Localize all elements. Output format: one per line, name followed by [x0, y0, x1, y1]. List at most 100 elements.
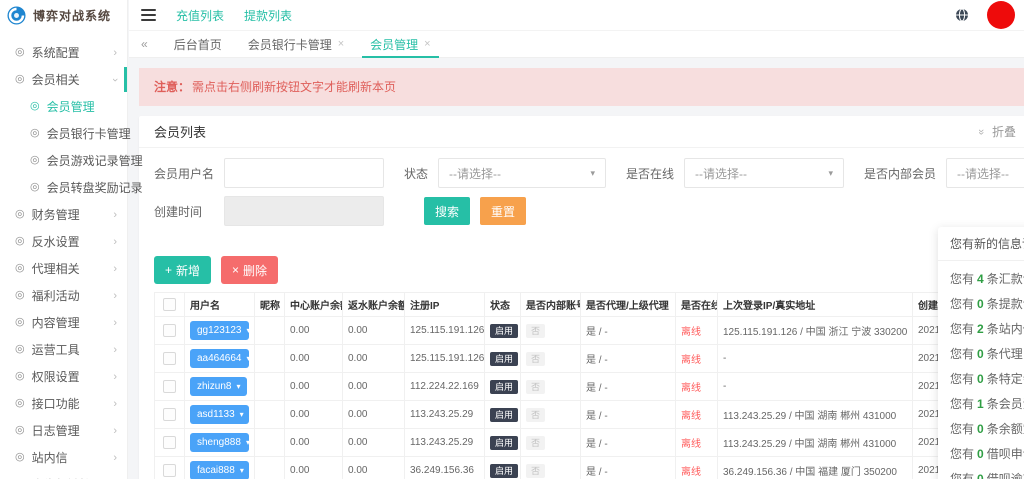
internal-select[interactable]: --请选择-- [946, 158, 1024, 188]
circle-dot-icon: ◎ [30, 128, 40, 139]
member-table-wrap: 用户名昵称中心账户余额返水账户余额注册IP状态是否内部账号是否代理/上级代理是否… [154, 292, 1024, 479]
notification-item[interactable]: 您有0条代理申请未处理 [938, 348, 1024, 361]
sidebar-item[interactable]: ◎ 福利活动 › [0, 282, 127, 309]
status-badge: 启用 [490, 464, 518, 478]
notification-item[interactable]: 您有4条汇款请求未处理 [938, 273, 1024, 286]
last-login-cell: 36.249.156.36 / 中国 福建 厦门 350200 [718, 457, 913, 479]
sidebar-item[interactable]: ◎ 广告超链接 › [0, 471, 127, 479]
nav-recharge-list[interactable]: 充值列表 [176, 7, 224, 24]
chevron-down-icon: ▾ [247, 326, 251, 335]
created-time-input[interactable] [224, 196, 384, 226]
notice-bar: 注意：需点击右侧刷新按钮文字才能刷新本页 [139, 68, 1024, 106]
tab-dashboard[interactable]: 后台首页 [174, 31, 222, 57]
internal-badge: 否 [526, 408, 545, 422]
sidebar-item[interactable]: ◎ 权限设置 › [0, 363, 127, 390]
user-avatar[interactable] [987, 1, 1015, 29]
notification-panel: 您有新的信息请及时处理 您有4条汇款请求未处理 您有0条提款请求未处理 您有2条… [938, 227, 1024, 479]
reset-button[interactable]: 重置 [480, 197, 526, 225]
notification-item[interactable]: 您有1条会员活动申请 [938, 398, 1024, 411]
table-header-cell: 上次登录IP/真实地址 [718, 293, 913, 317]
close-icon[interactable]: × [424, 38, 430, 50]
search-form: 会员用户名 状态 --请选择-- ▾ 是否在线 --请选择-- ▾ [139, 148, 1024, 242]
notification-item[interactable]: 您有0条提款请求未处理 [938, 298, 1024, 311]
center-balance-cell: 0.00 [285, 401, 343, 429]
sidebar-item[interactable]: ◎ 日志管理 › [0, 417, 127, 444]
chevron-right-icon: › [113, 290, 117, 302]
agent-cell: 是 / - [581, 373, 676, 401]
row-checkbox[interactable] [163, 380, 176, 393]
username-button[interactable]: asd1133 ▾ [190, 405, 249, 424]
close-icon[interactable]: × [338, 38, 344, 50]
tabs-collapse-left-icon[interactable]: « [141, 37, 148, 51]
table-header-cell: 是否内部账号 [521, 293, 581, 317]
sidebar-item-system-config[interactable]: ◎ 系统配置 › [0, 39, 127, 66]
field-username: 会员用户名 [154, 158, 384, 188]
status-select[interactable]: --请选择-- ▾ [438, 158, 606, 188]
sidebar-item[interactable]: ◎ 运营工具 › [0, 336, 127, 363]
row-checkbox[interactable] [163, 324, 176, 337]
member-list-card: 会员列表 » 折叠 会员用户名 状态 --请选择-- ▾ [139, 116, 1024, 479]
notification-item[interactable]: 您有0借呗逾期提醒 [938, 473, 1024, 479]
sidebar-subitem[interactable]: ◎ 会员银行卡管理 [0, 120, 127, 147]
username-button[interactable]: gg123123 ▾ [190, 321, 249, 340]
notification-item[interactable]: 您有0借呗申请提醒 [938, 448, 1024, 461]
internal-badge: 否 [526, 380, 545, 394]
notification-item[interactable]: 您有2条站内信未处理 [938, 323, 1024, 336]
sidebar-item[interactable]: ◎ 站内信 › [0, 444, 127, 471]
status-badge: 启用 [490, 352, 518, 366]
tabs-bar: « 后台首页 会员银行卡管理 × 会员管理 × [129, 30, 1024, 58]
sidebar-submenu: ◎ 会员管理 ◎ 会员银行卡管理 ◎ 会员游戏记录管理 ◎ 会员转盘奖励记录 [0, 93, 127, 201]
hamburger-menu-icon[interactable] [141, 9, 156, 21]
close-icon: × [232, 263, 239, 277]
sidebar-subitem[interactable]: ◎ 会员游戏记录管理 [0, 147, 127, 174]
row-checkbox[interactable] [163, 352, 176, 365]
circle-dot-icon: ◎ [15, 371, 25, 382]
center-balance-cell: 0.00 [285, 317, 343, 345]
field-created: 创建时间 [154, 196, 384, 226]
row-checkbox[interactable] [163, 436, 176, 449]
table-header-cell: 用户名 [185, 293, 255, 317]
internal-badge: 否 [526, 436, 545, 450]
sidebar-subitem[interactable]: ◎ 会员管理 [0, 93, 127, 120]
notice-text: 需点击右侧刷新按钮文字才能刷新本页 [192, 80, 396, 94]
table-header-cell: 是否代理/上级代理 [581, 293, 676, 317]
internal-badge: 否 [526, 324, 545, 338]
tab-member-management[interactable]: 会员管理 × [370, 31, 430, 57]
last-login-cell: - [718, 345, 913, 373]
username-button[interactable]: zhizun8 ▾ [190, 377, 247, 396]
username-button[interactable]: aa464664 ▾ [190, 349, 249, 368]
sidebar-item[interactable]: ◎ 内容管理 › [0, 309, 127, 336]
sidebar-item[interactable]: ◎ 反水设置 › [0, 228, 127, 255]
username-button[interactable]: sheng888 ▾ [190, 433, 249, 452]
circle-dot-icon: ◎ [15, 317, 25, 328]
sidebar-item[interactable]: ◎ 接口功能 › [0, 390, 127, 417]
search-button[interactable]: 搜索 [424, 197, 470, 225]
sidebar-item-member-related[interactable]: ◎ 会员相关 › [0, 66, 127, 93]
notification-item[interactable]: 您有0条特定会员登录提醒 [938, 373, 1024, 386]
delete-button[interactable]: ×删除 [221, 256, 278, 284]
notification-item[interactable]: 您有0条余额宝购买提醒 [938, 423, 1024, 436]
rebate-balance-cell: 0.00 [343, 401, 405, 429]
chevron-down-icon: ▾ [829, 168, 834, 179]
internal-label: 是否内部会员 [864, 165, 936, 182]
tab-member-bankcard[interactable]: 会员银行卡管理 × [248, 31, 344, 57]
select-all-checkbox[interactable] [163, 298, 176, 311]
sidebar-subitem[interactable]: ◎ 会员转盘奖励记录 [0, 174, 127, 201]
sidebar-item[interactable]: ◎ 代理相关 › [0, 255, 127, 282]
app-title: 博弈对战系统 [33, 7, 111, 24]
sidebar-item[interactable]: ◎ 财务管理 › [0, 201, 127, 228]
row-checkbox[interactable] [163, 408, 176, 421]
row-checkbox[interactable] [163, 464, 176, 477]
add-button[interactable]: +新增 [154, 256, 211, 284]
nav-withdraw-list[interactable]: 提款列表 [244, 7, 292, 24]
member-table: 用户名昵称中心账户余额返水账户余额注册IP状态是否内部账号是否代理/上级代理是否… [154, 292, 1024, 479]
table-header-cell: 状态 [485, 293, 521, 317]
username-button[interactable]: facai888 ▾ [190, 461, 249, 479]
nickname-cell [255, 401, 285, 429]
globe-icon[interactable] [955, 8, 969, 22]
table-body: gg123123 ▾ 0.00 0.00 125.115.191.126 启用 … [155, 317, 1024, 479]
logo-row: 博弈对战系统 [0, 0, 127, 33]
online-select[interactable]: --请选择-- ▾ [684, 158, 844, 188]
collapse-button[interactable]: 折叠 [992, 123, 1016, 140]
username-input[interactable] [224, 158, 384, 188]
